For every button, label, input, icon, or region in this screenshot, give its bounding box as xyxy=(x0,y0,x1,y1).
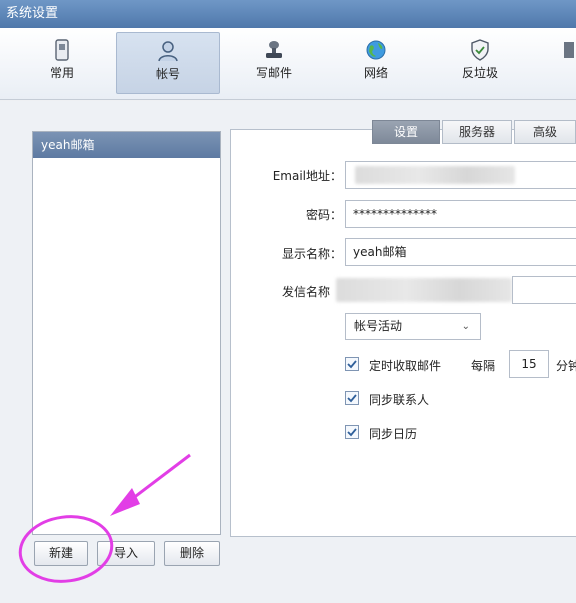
settings-toolbar: 常用 帐号 写邮件 网络 反垃圾 xyxy=(0,28,576,100)
redacted-email xyxy=(355,166,515,184)
toolbar-item-general[interactable]: 常用 xyxy=(10,32,114,94)
auto-receive-label: 定时收取邮件 xyxy=(369,359,442,373)
sync-calendar-checkbox[interactable] xyxy=(345,425,359,439)
toolbar-overflow-icon xyxy=(564,42,574,58)
interval-label: 每隔 xyxy=(471,359,496,373)
sync-contacts-checkbox[interactable] xyxy=(345,391,359,405)
sync-calendar-label: 同步日历 xyxy=(369,427,418,441)
checkmark-icon xyxy=(347,428,357,437)
account-status-value: 帐号活动 xyxy=(354,319,403,333)
shield-icon xyxy=(471,39,489,61)
display-name-label: 显示名称： xyxy=(281,247,342,261)
globe-icon xyxy=(366,40,386,60)
delete-account-button[interactable]: 删除 xyxy=(164,541,220,566)
account-status-select[interactable]: 帐号活动 ⌄ xyxy=(345,313,481,340)
import-account-button[interactable]: 导入 xyxy=(97,541,155,566)
toolbar-item-label: 网络 xyxy=(363,66,388,80)
toolbar-item-label: 写邮件 xyxy=(255,66,292,80)
interval-unit: 分钟 xyxy=(556,359,576,373)
checkmark-icon xyxy=(347,394,357,403)
sync-contacts-label: 同步联系人 xyxy=(369,393,430,407)
toolbar-item-account[interactable]: 帐号 xyxy=(116,32,220,94)
toolbar-item-compose[interactable]: 写邮件 xyxy=(222,32,326,94)
password-label: 密码： xyxy=(305,208,342,222)
account-list[interactable]: yeah邮箱 xyxy=(32,131,221,535)
email-label: Email地址： xyxy=(272,169,342,183)
interval-input[interactable]: 15 xyxy=(509,350,549,378)
toolbar-item-more[interactable] xyxy=(560,32,576,94)
window-title: 系统设置 xyxy=(6,6,59,21)
tab-advanced[interactable]: 高级 xyxy=(514,120,576,144)
redacted-sender-name xyxy=(336,278,512,302)
display-name-field[interactable]: yeah邮箱 xyxy=(345,238,576,266)
sender-name-field-end[interactable] xyxy=(512,276,576,304)
phone-icon xyxy=(55,39,69,61)
chevron-down-icon: ⌄ xyxy=(461,321,470,332)
toolbar-item-label: 帐号 xyxy=(155,67,180,81)
tab-server[interactable]: 服务器 xyxy=(442,120,512,144)
new-account-button[interactable]: 新建 xyxy=(34,541,88,566)
toolbar-item-antispam[interactable]: 反垃圾 xyxy=(428,32,532,94)
sender-name-label: 发信名称 xyxy=(281,285,330,299)
stamp-icon xyxy=(266,41,282,58)
window-title-bar: 系统设置 xyxy=(0,0,576,28)
tab-settings[interactable]: 设置 xyxy=(372,120,440,144)
account-list-item[interactable]: yeah邮箱 xyxy=(33,132,220,158)
toolbar-item-label: 常用 xyxy=(49,66,74,80)
password-field[interactable]: ************** xyxy=(345,200,576,228)
toolbar-item-network[interactable]: 网络 xyxy=(324,32,428,94)
toolbar-item-label: 反垃圾 xyxy=(461,66,498,80)
auto-receive-checkbox[interactable] xyxy=(345,357,359,371)
checkmark-icon xyxy=(347,360,357,369)
user-icon xyxy=(158,41,178,62)
